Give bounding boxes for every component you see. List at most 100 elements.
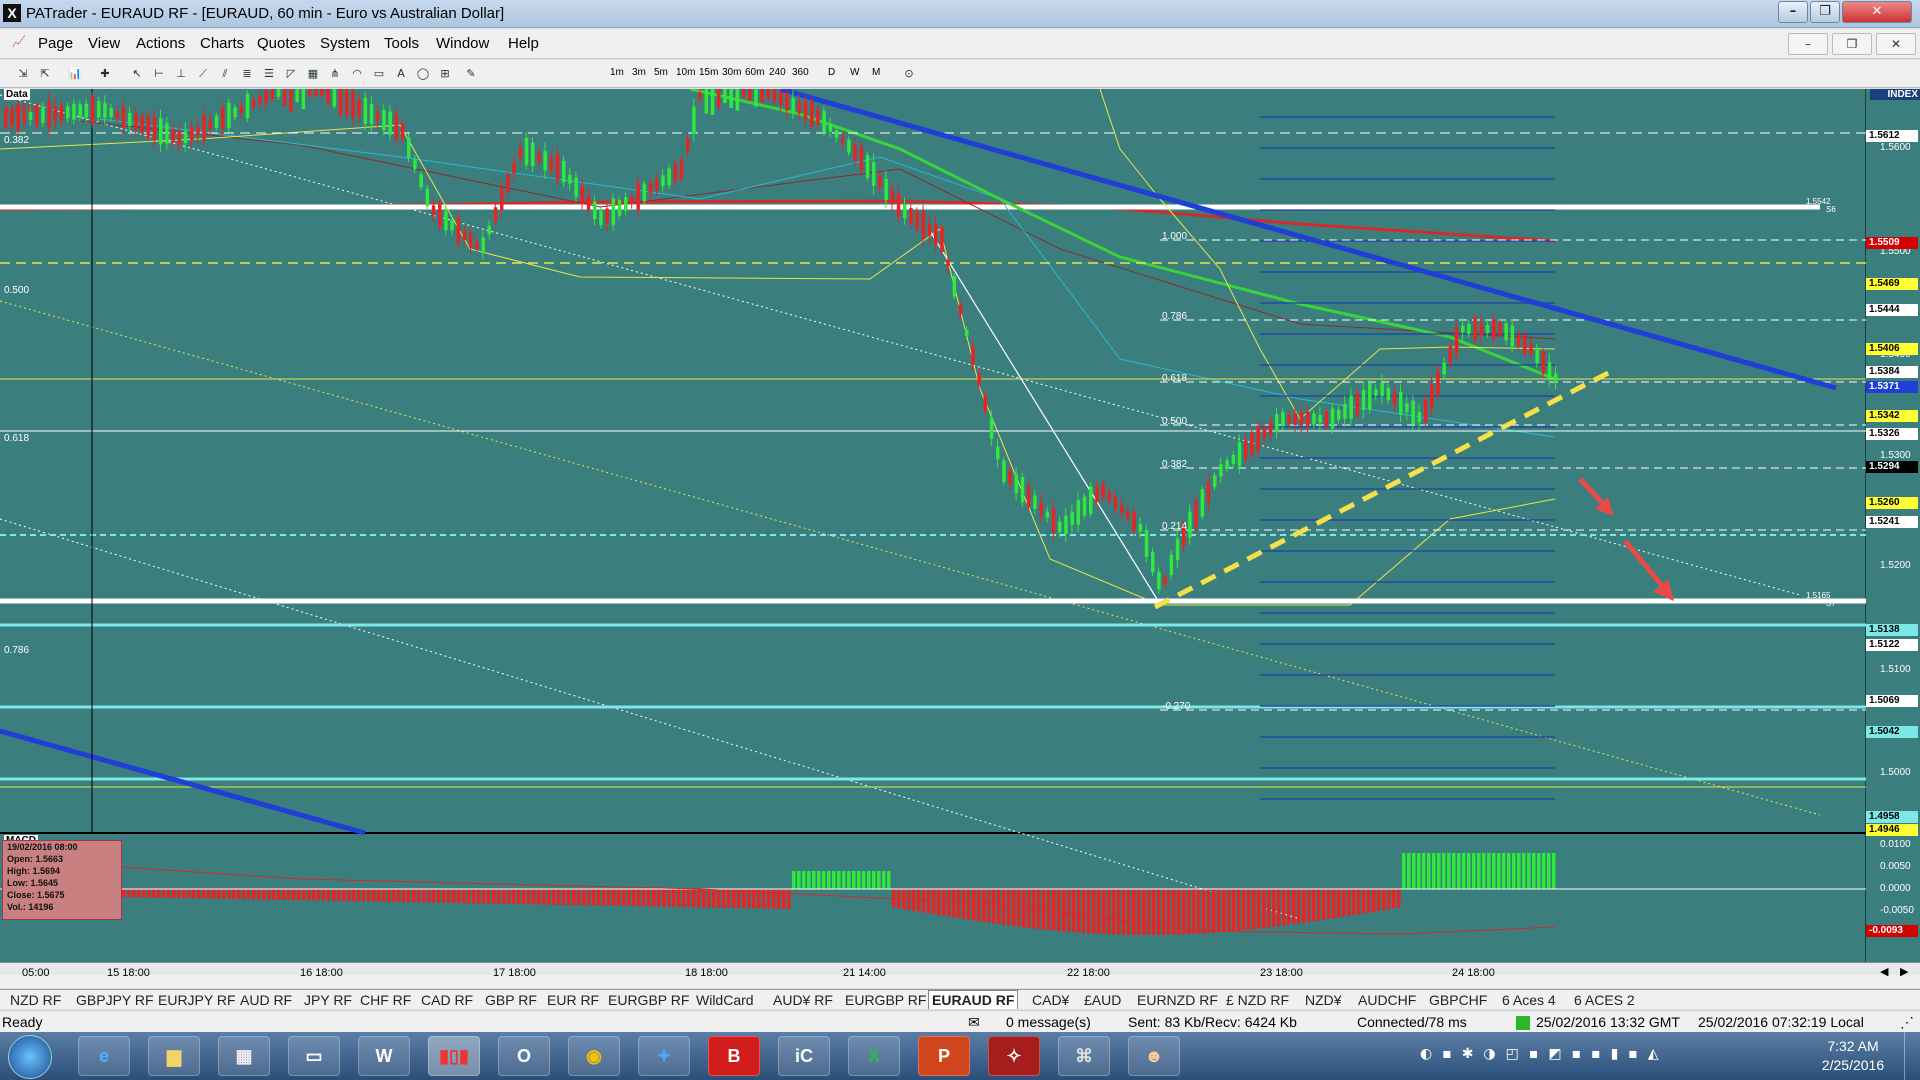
- rectangle-icon[interactable]: ▭: [370, 65, 388, 83]
- minimize-button[interactable]: –: [1778, 1, 1808, 23]
- eagle-icon[interactable]: ✧: [988, 1036, 1040, 1076]
- tab-aud-rf[interactable]: AUD RF: [240, 992, 292, 1008]
- tab-nzdjpy[interactable]: NZD¥: [1305, 992, 1342, 1008]
- fib-fan-icon[interactable]: ◸: [282, 65, 300, 83]
- taskbar-date[interactable]: 2/25/2016: [1818, 1057, 1888, 1073]
- hline-icon[interactable]: ⊢: [150, 65, 168, 83]
- b-app-icon[interactable]: B: [708, 1036, 760, 1076]
- menu-system[interactable]: System: [320, 35, 370, 52]
- network-icon[interactable]: ⌘: [1058, 1036, 1110, 1076]
- tab-audjpy-rf[interactable]: AUD¥ RF: [773, 992, 833, 1008]
- tab-chf-rf[interactable]: CHF RF: [360, 992, 411, 1008]
- macd-bar-negative: [1117, 889, 1121, 935]
- excel-icon[interactable]: X: [848, 1036, 900, 1076]
- tab-eurnzd-rf[interactable]: EURNZD RF: [1137, 992, 1218, 1008]
- tf-5m[interactable]: 5m: [654, 67, 668, 78]
- tf-weekly[interactable]: W: [850, 67, 859, 78]
- mdi-restore-button[interactable]: ❐: [1832, 33, 1872, 55]
- channel-icon[interactable]: ⫽: [216, 65, 234, 83]
- word-icon[interactable]: W: [358, 1036, 410, 1076]
- tab-nzd-rf[interactable]: NZD RF: [10, 992, 61, 1008]
- tab-cadjpy[interactable]: CAD¥: [1032, 992, 1069, 1008]
- tab-eurgbp-rf[interactable]: EURGBP RF: [608, 992, 689, 1008]
- system-tray[interactable]: ◐▪✱◑◰▪◩▪▪▮▪◭: [1420, 1046, 1669, 1062]
- tf-monthly[interactable]: M: [872, 67, 880, 78]
- menu-window[interactable]: Window: [436, 35, 489, 52]
- tf-15m[interactable]: 15m: [699, 67, 718, 78]
- timer-icon[interactable]: ⊙: [900, 65, 918, 83]
- vline-icon[interactable]: ⊥: [172, 65, 190, 83]
- tf-3m[interactable]: 3m: [632, 67, 646, 78]
- text-icon[interactable]: A: [392, 65, 410, 83]
- tab-eurgbp-rf-2[interactable]: EURGBP RF: [845, 992, 926, 1008]
- tf-360[interactable]: 360: [792, 67, 809, 78]
- tab-gbpaud[interactable]: £AUD: [1084, 992, 1121, 1008]
- maximize-button[interactable]: ❐: [1810, 1, 1840, 23]
- tf-30m[interactable]: 30m: [722, 67, 741, 78]
- dropbox-icon[interactable]: ✦: [638, 1036, 690, 1076]
- explorer-icon[interactable]: ▆: [148, 1036, 200, 1076]
- window-icon[interactable]: ▭: [288, 1036, 340, 1076]
- tf-10m[interactable]: 10m: [676, 67, 695, 78]
- fib-ext-icon[interactable]: ☰: [260, 65, 278, 83]
- crosshair-icon[interactable]: ✚: [96, 65, 114, 83]
- pattern-icon[interactable]: ⊞: [436, 65, 454, 83]
- cycle-icon[interactable]: ◠: [348, 65, 366, 83]
- mdi-close-button[interactable]: ✕: [1876, 33, 1916, 55]
- scroll-right-icon[interactable]: ▶: [1900, 965, 1908, 978]
- tab-eur-rf[interactable]: EUR RF: [547, 992, 599, 1008]
- taskbar-time[interactable]: 7:32 AM: [1818, 1038, 1888, 1054]
- pencil-icon[interactable]: ✎: [462, 65, 480, 83]
- users-icon[interactable]: ☻: [1128, 1036, 1180, 1076]
- pointer-icon[interactable]: ↖: [128, 65, 146, 83]
- menu-charts[interactable]: Charts: [200, 35, 244, 52]
- close-button[interactable]: ✕: [1842, 1, 1912, 23]
- tab-cad-rf[interactable]: CAD RF: [421, 992, 473, 1008]
- start-button[interactable]: [8, 1035, 52, 1079]
- zoom-out-icon[interactable]: ⇱: [36, 65, 54, 83]
- tab-wildcard[interactable]: WildCard: [696, 992, 754, 1008]
- tf-60m[interactable]: 60m: [745, 67, 764, 78]
- mdi-minimize-button[interactable]: –: [1788, 33, 1828, 55]
- chart-canvas[interactable]: [0, 89, 1920, 962]
- chart-app-icon[interactable]: ▮▯▮: [428, 1036, 480, 1076]
- bull-candle: [233, 107, 237, 118]
- chrome-icon[interactable]: ◉: [568, 1036, 620, 1076]
- tab-gbpnzd-rf[interactable]: £ NZD RF: [1226, 992, 1289, 1008]
- tab-gbpjpy-rf[interactable]: GBPJPY RF: [76, 992, 154, 1008]
- zoom-in-icon[interactable]: ⇲: [14, 65, 32, 83]
- menu-help[interactable]: Help: [508, 35, 539, 52]
- menu-tools[interactable]: Tools: [384, 35, 419, 52]
- tf-daily[interactable]: D: [828, 67, 835, 78]
- menu-quotes[interactable]: Quotes: [257, 35, 305, 52]
- tf-1m[interactable]: 1m: [610, 67, 624, 78]
- menu-page[interactable]: Page: [38, 35, 73, 52]
- menu-actions[interactable]: Actions: [136, 35, 185, 52]
- tab-6-aces-2[interactable]: 6 ACES 2: [1574, 992, 1635, 1008]
- outlook-icon[interactable]: O: [498, 1036, 550, 1076]
- powerpoint-icon[interactable]: P: [918, 1036, 970, 1076]
- resize-grip-icon[interactable]: ⋰: [1900, 1014, 1914, 1031]
- ellipse-icon[interactable]: ◯: [414, 65, 432, 83]
- tf-240[interactable]: 240: [769, 67, 786, 78]
- tab-euraud-rf[interactable]: EURAUD RF: [928, 990, 1019, 1009]
- show-desktop-button[interactable]: [1904, 1032, 1920, 1080]
- price-chart[interactable]: Data Locked INDEX 0.382 0.500 0.618 0.78…: [0, 89, 1920, 962]
- calendar-icon[interactable]: ▦: [218, 1036, 270, 1076]
- fib-icon[interactable]: ≣: [238, 65, 256, 83]
- tab-eurjpy-rf[interactable]: EURJPY RF: [158, 992, 236, 1008]
- ic-app-icon[interactable]: iC: [778, 1036, 830, 1076]
- scroll-left-icon[interactable]: ◀: [1880, 965, 1888, 978]
- tab-jpy-rf[interactable]: JPY RF: [304, 992, 352, 1008]
- ie-icon[interactable]: e: [78, 1036, 130, 1076]
- macd-bar-negative: [242, 889, 246, 900]
- gann-icon[interactable]: ▦: [304, 65, 322, 83]
- tab-6-aces-4[interactable]: 6 Aces 4: [1502, 992, 1556, 1008]
- tab-gbp-rf[interactable]: GBP RF: [485, 992, 537, 1008]
- menu-view[interactable]: View: [88, 35, 120, 52]
- trendline-icon[interactable]: ⟋: [194, 65, 212, 83]
- tab-gbpchf[interactable]: GBPCHF: [1429, 992, 1487, 1008]
- pitchfork-icon[interactable]: ⋔: [326, 65, 344, 83]
- tab-audchf[interactable]: AUDCHF: [1358, 992, 1416, 1008]
- indicator-icon[interactable]: 📊: [66, 65, 84, 83]
